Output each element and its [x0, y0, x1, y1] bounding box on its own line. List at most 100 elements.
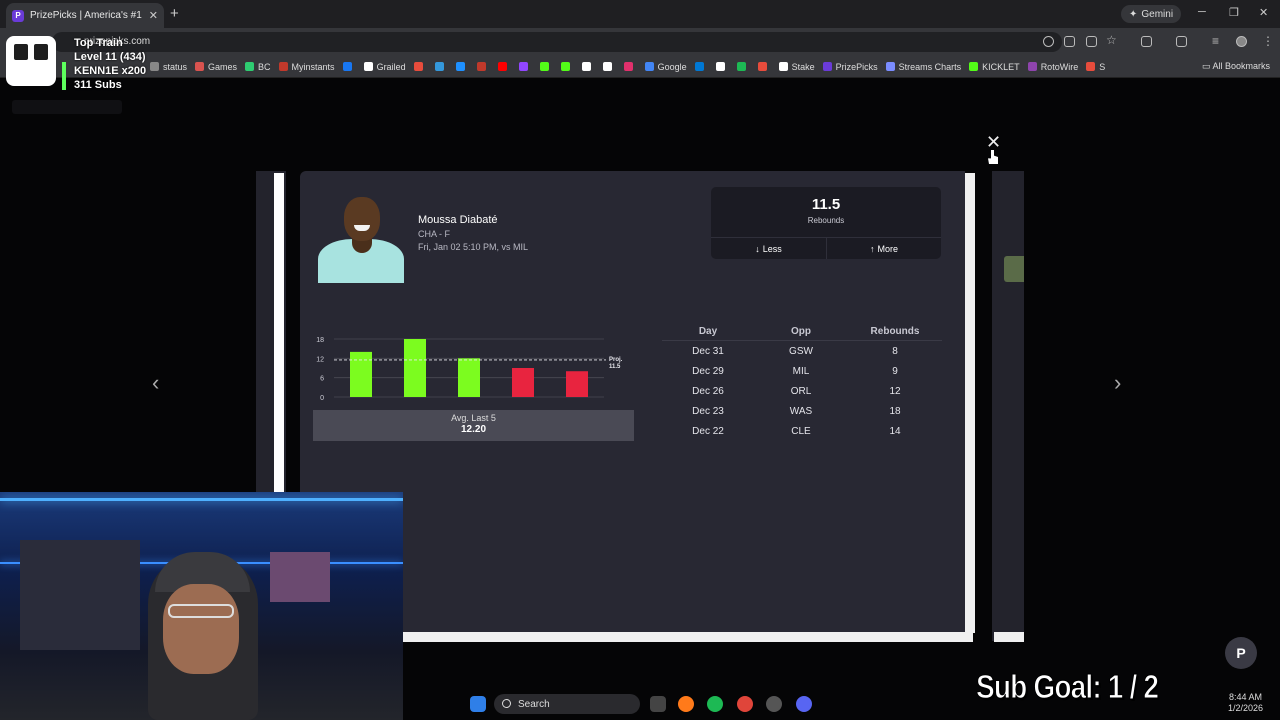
- bookmark-favicon-icon: [644, 62, 654, 71]
- window-close-icon[interactable]: ✕: [1259, 6, 1268, 19]
- bookmark-favicon-icon: [778, 62, 788, 71]
- cell-day: Dec 29: [692, 365, 724, 377]
- password-key-icon[interactable]: [1086, 36, 1097, 47]
- column-header: Day: [698, 326, 718, 337]
- discord-icon[interactable]: [796, 696, 812, 712]
- next-card-scrollbar[interactable]: [994, 632, 1024, 642]
- folder-icon: ▭: [1201, 61, 1211, 71]
- task-view-icon[interactable]: [650, 696, 666, 712]
- bookmark-item[interactable]: [476, 62, 490, 71]
- bookmark-item[interactable]: [560, 62, 574, 71]
- bookmark-item[interactable]: [715, 62, 729, 71]
- game-log-table: Day Opp Rebounds Dec 31 GSW 8 Dec 29 MIL…: [662, 324, 942, 441]
- more-button[interactable]: ↑ More: [827, 238, 941, 259]
- restore-icon[interactable]: ❐: [1229, 6, 1239, 19]
- bookmark-item[interactable]: [497, 62, 511, 71]
- modal-close-icon[interactable]: ✕: [986, 132, 1001, 153]
- cell-day: Dec 23: [692, 405, 724, 417]
- prev-arrow-icon[interactable]: ‹: [152, 370, 159, 396]
- table-row: Dec 22 CLE 14: [662, 421, 942, 441]
- glasses: [168, 604, 234, 618]
- bookmark-item[interactable]: Stake: [778, 61, 815, 72]
- bookmark-favicon-icon: [150, 62, 159, 71]
- minimize-icon[interactable]: ─: [1198, 6, 1206, 18]
- cell-opp: WAS: [789, 405, 813, 417]
- obs-icon[interactable]: [766, 696, 782, 712]
- profile-avatar-icon[interactable]: [1236, 36, 1247, 47]
- cell-opp: MIL: [792, 365, 810, 377]
- bookmark-item[interactable]: Streams Charts: [885, 62, 961, 72]
- menu-icon[interactable]: ⋮: [1262, 34, 1274, 48]
- bookmark-item[interactable]: [342, 62, 356, 71]
- previous-card-scrollbar[interactable]: [274, 173, 284, 493]
- gemini-button[interactable]: ✦ Gemini: [1121, 5, 1182, 23]
- cast-icon[interactable]: [1064, 36, 1075, 47]
- taskbar-search[interactable]: Search: [494, 694, 640, 714]
- sub-goal-overlay: Sub Goal: 1 / 2: [976, 668, 1160, 706]
- bookmark-item[interactable]: [413, 62, 427, 71]
- face: [163, 584, 239, 674]
- bookmark-favicon-icon: [822, 62, 832, 71]
- bookmark-item[interactable]: KICKLET: [969, 62, 1020, 72]
- chrome-icon[interactable]: [737, 696, 753, 712]
- bookmark-item[interactable]: [539, 62, 553, 71]
- bookmark-star-icon[interactable]: ☆: [1106, 33, 1117, 47]
- bookmark-item[interactable]: [736, 62, 750, 71]
- firefox-icon[interactable]: [678, 696, 694, 712]
- media-icon[interactable]: ≡: [1212, 34, 1219, 48]
- location-icon[interactable]: [1043, 36, 1054, 47]
- bookmark-item[interactable]: Google: [644, 62, 687, 72]
- less-button[interactable]: ↓ Less: [711, 238, 826, 259]
- bookmark-item[interactable]: S: [1086, 62, 1105, 72]
- bookmark-favicon-icon: [694, 62, 704, 71]
- card-vertical-scrollbar[interactable]: [965, 173, 975, 633]
- train-title: Top Train: [74, 37, 123, 49]
- bookmark-favicon-icon: [885, 62, 895, 71]
- browser-tab[interactable]: P PrizePicks | America's #1 Fanta ✕: [6, 3, 164, 28]
- sidebar-icon[interactable]: [1176, 36, 1187, 47]
- bookmark-label: Games: [208, 61, 238, 72]
- tab-close-icon[interactable]: ✕: [149, 9, 158, 22]
- bar: [566, 371, 588, 397]
- bookmark-item[interactable]: PrizePicks: [822, 62, 878, 72]
- bookmark-item[interactable]: [518, 62, 532, 71]
- bookmark-item[interactable]: [694, 62, 708, 71]
- bookmark-item[interactable]: [623, 62, 637, 71]
- bookmark-favicon-icon: [342, 62, 352, 71]
- webcam-feed: [0, 492, 403, 720]
- new-tab-button[interactable]: +: [170, 5, 179, 22]
- projection-label: Proj.: [609, 357, 622, 363]
- bookmark-item[interactable]: [434, 62, 448, 71]
- bookmark-item[interactable]: RotoWire: [1027, 61, 1079, 72]
- cell-opp: ORL: [790, 385, 812, 397]
- extensions-icon[interactable]: [1141, 36, 1152, 47]
- next-card[interactable]: [992, 171, 1024, 641]
- bookmark-label: RotoWire: [1040, 61, 1079, 72]
- bookmark-label: Stake: [791, 61, 815, 72]
- bookmark-favicon-icon: [278, 62, 288, 71]
- bookmark-item[interactable]: Games: [195, 62, 237, 72]
- cell-opp: GSW: [789, 345, 813, 357]
- system-clock[interactable]: 8:44 AM 1/2/2026: [1228, 692, 1263, 714]
- bookmark-item[interactable]: [581, 62, 595, 71]
- all-bookmarks-button[interactable]: ▭ All Bookmarks: [1202, 61, 1270, 72]
- card-horizontal-scrollbar[interactable]: [403, 632, 973, 642]
- bookmark-item[interactable]: Myinstants: [278, 62, 335, 72]
- bookmark-item[interactable]: BC: [245, 62, 271, 72]
- average-box: Avg. Last 5 12.20: [313, 410, 634, 441]
- bookmark-item[interactable]: [455, 62, 469, 71]
- cell-day: Dec 22: [692, 425, 724, 437]
- bookmark-item[interactable]: status: [150, 62, 187, 72]
- bookmark-item[interactable]: [602, 62, 616, 71]
- bookmark-item[interactable]: [757, 62, 771, 71]
- url-input[interactable]: prizepicks.com: [52, 32, 1062, 52]
- address-bar-row: ← ↻ prizepicks.com ☆ ≡ ⋮: [0, 28, 1280, 56]
- bookmark-favicon-icon: [455, 62, 465, 71]
- windows-start-icon[interactable]: [470, 696, 486, 712]
- bookmark-label: status: [163, 61, 188, 72]
- prizepicks-chat-icon[interactable]: P: [1225, 637, 1257, 669]
- bookmark-item[interactable]: Grailed: [363, 62, 406, 72]
- spotify-icon[interactable]: [707, 696, 723, 712]
- cell-rebounds: 12: [889, 385, 901, 397]
- next-arrow-icon[interactable]: ›: [1114, 370, 1121, 396]
